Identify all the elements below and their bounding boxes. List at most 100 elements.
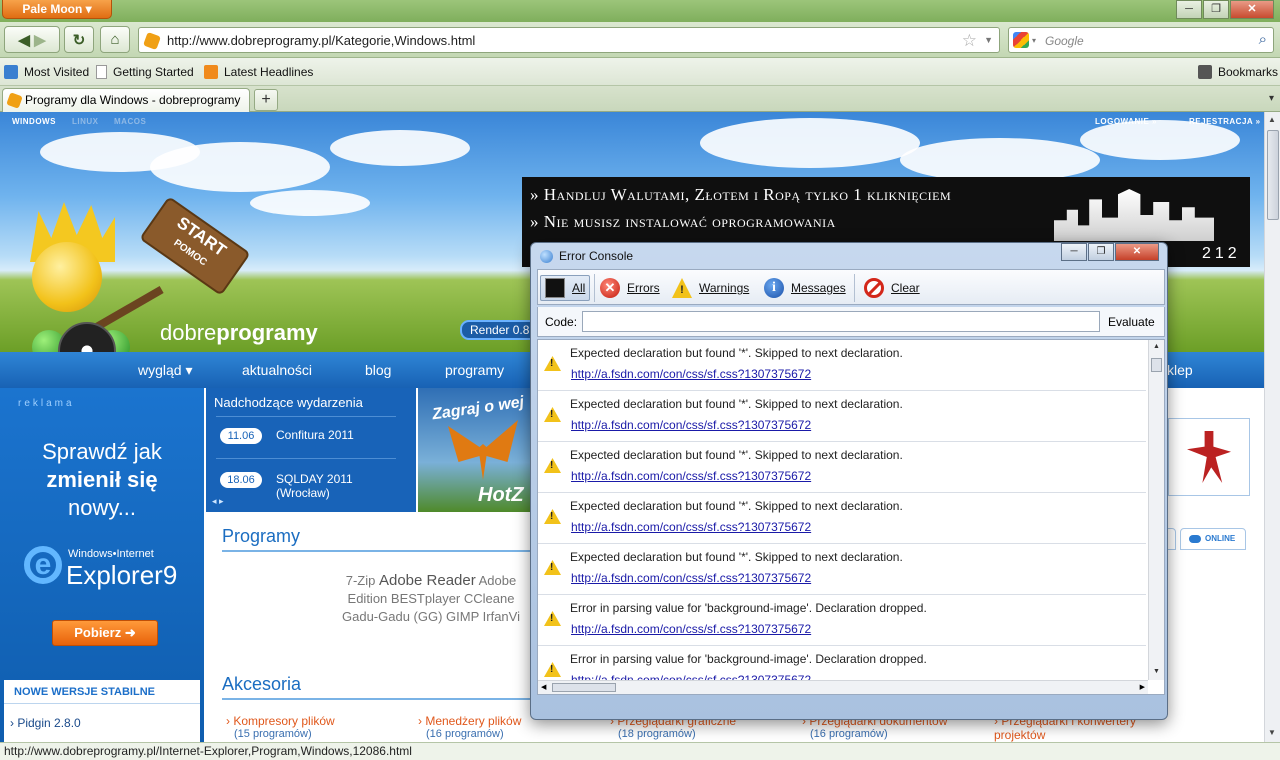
console-horizontal-scrollbar[interactable]: ◀ ▶ xyxy=(538,680,1148,694)
new-versions-header[interactable]: NOWE WERSJE STABILNE xyxy=(4,680,200,704)
search-placeholder[interactable]: Google xyxy=(1045,34,1084,48)
console-entry[interactable]: Error in parsing value for 'background-i… xyxy=(538,595,1146,646)
bookmark-most-visited[interactable]: Most Visited xyxy=(4,65,89,79)
scroll-up-icon[interactable]: ▲ xyxy=(1153,343,1160,350)
new-tab-button[interactable]: + xyxy=(254,89,278,111)
forward-icon[interactable]: ▶ xyxy=(34,31,46,49)
nav-linux[interactable]: LINUX xyxy=(72,117,99,126)
register-link[interactable]: REJESTRACJA » xyxy=(1189,117,1261,126)
console-vertical-scrollbar[interactable]: ▲ ▼ xyxy=(1148,340,1164,680)
scrollbar-thumb[interactable] xyxy=(552,683,616,692)
bookmarks-menu-button[interactable]: Bookmarks xyxy=(1198,65,1278,79)
console-entry[interactable]: Expected declaration but found '*'. Skip… xyxy=(538,340,1146,391)
console-entry[interactable]: Expected declaration but found '*'. Skip… xyxy=(538,391,1146,442)
console-minimize-button[interactable]: ─ xyxy=(1061,243,1087,261)
scrollbar-thumb[interactable] xyxy=(1267,130,1279,220)
category-link[interactable]: › Kompresory plików (15 programów) xyxy=(226,714,335,740)
right-ad-image[interactable] xyxy=(1168,418,1250,496)
code-input[interactable] xyxy=(582,311,1100,332)
scroll-down-icon[interactable]: ▼ xyxy=(1268,728,1276,737)
console-title: Error Console xyxy=(559,249,634,263)
console-entry[interactable]: Expected declaration but found '*'. Skip… xyxy=(538,493,1146,544)
scroll-up-icon[interactable]: ▲ xyxy=(1268,115,1276,124)
search-bar[interactable]: ▾ Google ⌕ xyxy=(1008,27,1274,53)
tag-link[interactable]: Adobe xyxy=(476,573,517,588)
tag-line[interactable]: Gadu-Gadu (GG) GIMP IrfanVi xyxy=(316,608,546,626)
event-item[interactable]: 11.06 Confitura 2011 xyxy=(220,428,354,444)
console-entry[interactable]: Expected declaration but found '*'. Skip… xyxy=(538,544,1146,595)
maximize-button[interactable]: ❐ xyxy=(1203,0,1229,19)
close-button[interactable]: ✕ xyxy=(1230,0,1274,19)
home-button[interactable]: ⌂ xyxy=(100,26,130,53)
entry-source-link[interactable]: http://a.fsdn.com/con/css/sf.css?1307375… xyxy=(571,367,811,381)
console-message-list: Expected declaration but found '*'. Skip… xyxy=(537,339,1165,695)
scroll-left-icon[interactable]: ◀ xyxy=(541,683,546,691)
nav-programy[interactable]: programy xyxy=(445,362,504,378)
category-name: › Kompresory plików xyxy=(226,714,335,728)
entry-source-link[interactable]: http://a.fsdn.com/con/css/sf.css?1307375… xyxy=(571,520,811,534)
login-link[interactable]: LOGOWANIE » xyxy=(1095,117,1157,126)
filter-messages-button[interactable]: i Messages xyxy=(764,275,846,301)
nav-windows[interactable]: WINDOWS xyxy=(12,117,56,126)
tab-list-icon[interactable]: ▾ xyxy=(1269,93,1274,104)
bookmark-latest-headlines[interactable]: Latest Headlines xyxy=(204,65,313,79)
back-forward-button[interactable]: ◀ ▶ xyxy=(4,26,60,53)
nav-aktualnosci[interactable]: aktualności xyxy=(242,362,312,378)
entry-source-link[interactable]: http://a.fsdn.com/con/css/sf.css?1307375… xyxy=(571,571,811,585)
ie-promo-text[interactable]: Sprawdź jak zmienił się nowy... xyxy=(0,438,204,522)
url-dropdown-icon[interactable]: ▼ xyxy=(984,35,993,45)
entry-source-link[interactable]: http://a.fsdn.com/con/css/sf.css?1307375… xyxy=(571,418,811,432)
reload-button[interactable]: ↻ xyxy=(64,26,94,53)
scroll-down-icon[interactable]: ▼ xyxy=(1153,668,1160,675)
filter-all-button[interactable]: All xyxy=(540,275,591,301)
search-icon[interactable]: ⌕ xyxy=(1259,31,1267,48)
events-pager[interactable]: ◂ ▸ xyxy=(212,496,224,507)
star-icon[interactable]: ☆ xyxy=(962,31,977,51)
url-bar[interactable]: http://www.dobreprogramy.pl/Kategorie,Wi… xyxy=(138,27,1000,53)
tag-line[interactable]: Edition BESTplayer CCleane xyxy=(316,590,546,608)
warning-icon xyxy=(544,611,561,626)
console-entry[interactable]: Expected declaration but found '*'. Skip… xyxy=(538,442,1146,493)
promo-line-1: Sprawdź jak xyxy=(42,439,162,464)
entry-source-link[interactable]: http://a.fsdn.com/con/css/sf.css?1307375… xyxy=(571,622,811,636)
back-icon[interactable]: ◀ xyxy=(18,31,30,49)
tab-online[interactable]: ONLINE xyxy=(1180,528,1246,550)
status-bar: http://www.dobreprogramy.pl/Internet-Exp… xyxy=(0,742,1280,760)
navigation-toolbar: ◀ ▶ ↻ ⌂ http://www.dobreprogramy.pl/Kate… xyxy=(0,22,1280,58)
app-menu-button[interactable]: Pale Moon ▾ xyxy=(2,0,112,19)
title-bar: Pale Moon ▾ ─ ❐ ✕ xyxy=(0,0,1280,22)
filter-warnings-button[interactable]: ! Warnings xyxy=(672,275,749,301)
page-scrollbar[interactable]: ▲ ▼ xyxy=(1264,112,1280,742)
section-title-programy[interactable]: Programy xyxy=(222,526,300,547)
console-maximize-button[interactable]: ❐ xyxy=(1088,243,1114,261)
list-item[interactable]: › Pidgin 2.8.0 xyxy=(10,716,81,730)
scrollbar-thumb[interactable] xyxy=(1151,358,1162,372)
tag-link[interactable]: Adobe Reader xyxy=(379,572,476,589)
game-ad[interactable]: Zagraj o wej HotZ xyxy=(418,388,538,512)
console-close-button[interactable]: ✕ xyxy=(1115,243,1159,261)
evaluate-button[interactable]: Evaluate xyxy=(1108,315,1155,329)
google-icon[interactable] xyxy=(1013,32,1029,48)
entry-message: Error in parsing value for 'background-i… xyxy=(570,652,927,666)
tab-active[interactable]: Programy dla Windows - dobreprogramy xyxy=(2,88,250,112)
nav-blog[interactable]: blog xyxy=(365,362,391,378)
tag-cloud: 7-Zip Adobe Reader Adobe Edition BESTpla… xyxy=(316,572,546,626)
tab-favicon-icon xyxy=(6,92,23,109)
clear-button[interactable]: Clear xyxy=(864,275,920,301)
url-text[interactable]: http://www.dobreprogramy.pl/Kategorie,Wi… xyxy=(167,33,475,48)
minimize-button[interactable]: ─ xyxy=(1176,0,1202,19)
nav-macos[interactable]: MACOS xyxy=(114,117,146,126)
render-badge[interactable]: Render 0.8 xyxy=(460,320,540,340)
nav-wyglad[interactable]: wygląd ▾ xyxy=(138,362,193,379)
engine-dropdown-icon[interactable]: ▾ xyxy=(1032,36,1036,45)
download-button[interactable]: Pobierz ➜ xyxy=(52,620,158,646)
bookmark-getting-started[interactable]: Getting Started xyxy=(96,65,194,79)
event-item[interactable]: 18.06 SQLDAY 2011 (Wrocław) xyxy=(220,472,410,500)
entry-source-link[interactable]: http://a.fsdn.com/con/css/sf.css?1307375… xyxy=(571,469,811,483)
site-logo[interactable]: dobreprogramy xyxy=(160,320,318,346)
tag-link[interactable]: 7-Zip xyxy=(346,573,379,588)
section-title-akcesoria[interactable]: Akcesoria xyxy=(222,674,301,695)
category-link[interactable]: › Menedżery plików (16 programów) xyxy=(418,714,521,740)
scroll-right-icon[interactable]: ▶ xyxy=(1140,683,1145,691)
filter-errors-button[interactable]: ✕ Errors xyxy=(600,275,660,301)
